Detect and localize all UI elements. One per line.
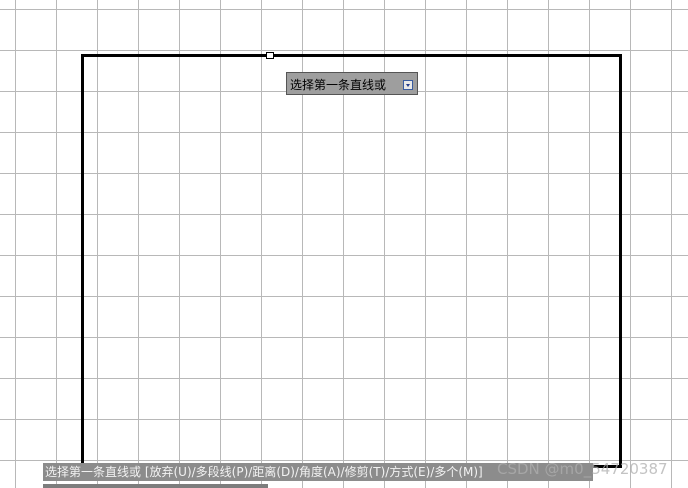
selection-grip[interactable] [266, 52, 274, 59]
command-history-bar [43, 484, 268, 488]
dynamic-input-tooltip: 选择第一条直线或 [286, 72, 418, 95]
down-arrow-icon[interactable] [403, 80, 413, 90]
rectangle-outline[interactable] [81, 54, 622, 468]
dynamic-input-prompt: 选择第一条直线或 [290, 78, 387, 92]
watermark: CSDN @m0_54720387 [497, 460, 668, 478]
